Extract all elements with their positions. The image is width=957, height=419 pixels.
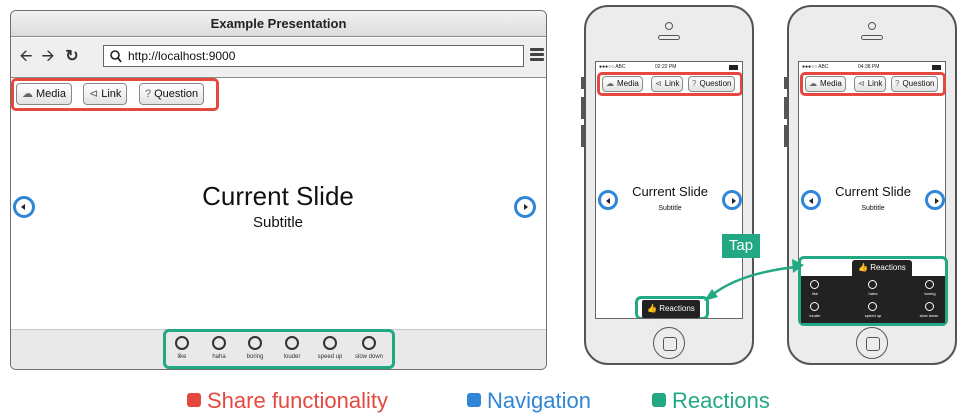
reaction-label: speed up [864,313,882,318]
reaction-like-button[interactable] [175,336,189,350]
legend-swatch [187,393,201,407]
previous-slide-button[interactable] [801,190,821,210]
reaction-label: louder [809,313,821,318]
reaction-label: slow down [354,354,383,360]
reaction-label: like [177,354,187,360]
reaction-label: haha [212,354,226,360]
legend-swatch [467,393,481,407]
question-icon: ? [145,88,152,100]
reaction-slow-down-button[interactable] [362,336,376,350]
media-button[interactable]: ☁ Media [805,76,846,92]
media-button[interactable]: ☁ Media [16,83,72,105]
reaction-slow-down-button[interactable] [925,302,934,311]
tap-arrow [704,259,804,301]
question-button[interactable]: ? Question [688,76,736,92]
next-slide-button[interactable] [514,196,536,218]
slide-title: Current Slide [632,184,708,199]
reaction-label: slow down [919,313,939,318]
reaction-like-button[interactable] [810,280,819,289]
previous-slide-button[interactable] [13,196,35,218]
url-bar[interactable]: http://localhost:9000 [103,45,524,67]
status-time: 02:22 PM [655,64,677,70]
reaction-label: boring [924,291,936,296]
share-icon: ⊲ [655,79,662,88]
reaction-haha-button[interactable] [868,280,877,289]
phone-screen: ●●●○○ ABC 04:38 PM ☁ Media ⊲ Link ? Questio… [798,61,948,326]
reaction-label: boring [246,354,264,360]
media-button[interactable]: ☁ Media [602,76,643,92]
next-slide-button[interactable] [925,190,945,210]
reaction-haha-button[interactable] [212,336,226,350]
slide-title: Current Slide [202,181,354,211]
legend-swatch [652,393,666,407]
cloud-upload-icon: ☁ [809,79,817,88]
reactions-panel: like haha boring louder speed up slow do… [801,276,945,323]
legend-item-reactions: Reactions [652,388,770,414]
thumbs-up-icon: 👍 [858,263,868,272]
reload-icon[interactable]: ↻ [63,46,81,68]
battery-icon [729,65,738,70]
reaction-speed-up-button[interactable] [323,336,337,350]
previous-slide-button[interactable] [598,190,618,210]
reactions-panel-tab[interactable]: 👍 Reactions [852,260,912,276]
slide-title: Current Slide [835,184,911,199]
speaker-icon [861,35,883,40]
carrier-status: ●●●○○ ABC [802,64,829,70]
question-button[interactable]: ? Question [891,76,939,92]
cloud-upload-icon: ☁ [22,88,33,100]
share-icon: ⊲ [858,79,865,88]
link-button[interactable]: ⊲ Link [83,83,128,105]
reaction-label: haha [868,291,878,296]
slide-subtitle: Subtitle [861,205,885,212]
phone-mockup: ●●●○○ ABC 02:22 PM ☁ Media ⊲ Link ? Questio… [581,5,754,365]
back-arrow-icon[interactable]: 🡨 [17,46,35,68]
status-time: 04:38 PM [858,64,880,70]
speaker-icon [658,35,680,40]
cloud-upload-icon: ☁ [606,79,614,88]
question-icon: ? [895,79,900,88]
search-icon [110,49,122,69]
link-button[interactable]: ⊲ Link [651,76,684,92]
home-button [653,327,685,359]
reaction-boring-button[interactable] [925,280,934,289]
question-icon: ? [692,79,697,88]
home-button [856,327,888,359]
slide-subtitle: Subtitle [658,205,682,212]
reaction-label: speed up [317,354,343,360]
carrier-status: ●●●○○ ABC [599,64,626,70]
slide-subtitle: Subtitle [252,214,304,231]
browser-window: Example Presentation 🡨 🡪 ↻ http://localh… [10,10,547,370]
hamburger-menu-icon[interactable] [530,48,544,61]
reaction-louder-button[interactable] [810,302,819,311]
legend-item-navigation: Navigation [467,388,591,414]
camera-icon [665,22,673,30]
battery-icon [932,65,941,70]
reaction-boring-button[interactable] [248,336,262,350]
reaction-speed-up-button[interactable] [868,302,877,311]
reaction-louder-button[interactable] [285,336,299,350]
thumbs-up-icon: 👍 [647,304,657,313]
legend-item-share: Share functionality [187,388,388,414]
camera-icon [868,22,876,30]
reactions-highlight [163,329,395,369]
share-icon: ⊲ [89,88,99,100]
reaction-label: louder [283,354,301,360]
question-button[interactable]: ? Question [139,83,205,105]
forward-arrow-icon[interactable]: 🡪 [39,46,57,68]
reactions-button[interactable]: 👍 Reactions [642,300,700,318]
phone-mockup: ●●●○○ ABC 04:38 PM ☁ Media ⊲ Link ? Questio… [784,5,957,365]
browser-title: Example Presentation [11,11,546,37]
next-slide-button[interactable] [722,190,742,210]
url-text: http://localhost:9000 [128,49,236,63]
browser-toolbar: 🡨 🡪 ↻ http://localhost:9000 [11,38,546,78]
link-button[interactable]: ⊲ Link [854,76,887,92]
